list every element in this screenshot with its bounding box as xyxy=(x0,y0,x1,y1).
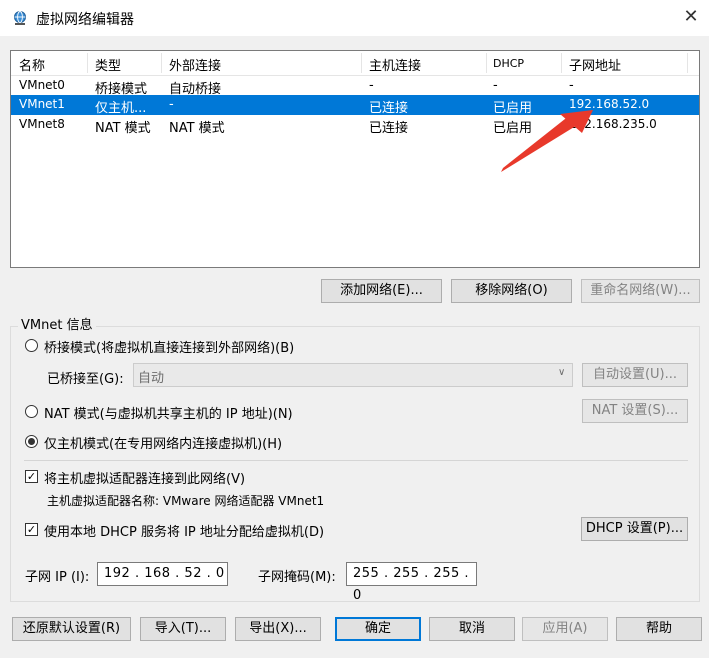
network-table[interactable]: 名称 类型 外部连接 主机连接 DHCP 子网地址 VMnet0 桥接模式 自动… xyxy=(10,50,700,268)
cell-subnet: - xyxy=(569,78,574,93)
cell-name: VMnet0 xyxy=(19,78,65,92)
table-header: 名称 类型 外部连接 主机连接 DHCP 子网地址 xyxy=(11,51,699,76)
restore-defaults-button[interactable]: 还原默认设置(R) xyxy=(12,617,131,641)
adapter-name-label: 主机虚拟适配器名称: VMware 网络适配器 VMnet1 xyxy=(47,494,325,508)
cell-type: NAT 模式 xyxy=(95,121,151,136)
remove-network-button[interactable]: 移除网络(O) xyxy=(451,279,572,303)
column-name[interactable]: 名称 xyxy=(19,55,45,74)
help-button[interactable]: 帮助 xyxy=(616,617,702,641)
connect-adapter-label[interactable]: 将主机虚拟适配器连接到此网络(V) xyxy=(44,468,245,487)
cancel-button[interactable]: 取消 xyxy=(429,617,515,641)
connect-adapter-checkbox[interactable]: ✓ xyxy=(25,470,38,483)
cell-external: NAT 模式 xyxy=(169,121,225,136)
rename-network-button[interactable]: 重命名网络(W)... xyxy=(581,279,700,303)
bridged-to-select[interactable]: 自动 ∨ xyxy=(133,363,573,387)
cell-external: - xyxy=(169,97,174,112)
cell-host: 已连接 xyxy=(369,101,409,116)
ok-button[interactable]: 确定 xyxy=(335,617,421,641)
column-subnet[interactable]: 子网地址 xyxy=(569,55,621,74)
cell-dhcp: - xyxy=(493,78,498,93)
cell-type: 仅主机... xyxy=(95,101,147,116)
cell-dhcp: 已启用 xyxy=(493,121,533,136)
subnet-mask-label: 子网掩码(M): xyxy=(258,570,336,585)
column-host[interactable]: 主机连接 xyxy=(369,55,421,74)
table-row-selected[interactable]: VMnet1 仅主机... - 已连接 已启用 192.168.52.0 xyxy=(11,95,699,116)
subnet-mask-input[interactable]: 255 . 255 . 255 . 0 xyxy=(346,562,477,603)
dhcp-checkbox[interactable]: ✓ xyxy=(25,523,38,536)
column-type[interactable]: 类型 xyxy=(95,55,121,74)
bridged-label[interactable]: 桥接模式(将虚拟机直接连接到外部网络)(B) xyxy=(44,337,294,356)
dhcp-label[interactable]: 使用本地 DHCP 服务将 IP 地址分配给虚拟机(D) xyxy=(44,521,324,540)
nat-label[interactable]: NAT 模式(与虚拟机共享主机的 IP 地址)(N) xyxy=(44,403,293,422)
hostonly-radio[interactable] xyxy=(25,435,38,448)
subnet-ip-label: 子网 IP (I): xyxy=(25,570,90,585)
bridged-to-value: 自动 xyxy=(138,371,165,386)
cell-name: VMnet8 xyxy=(19,117,65,131)
add-network-button[interactable]: 添加网络(E)... xyxy=(321,279,442,303)
table-row[interactable]: VMnet0 桥接模式 自动桥接 - - - xyxy=(11,76,699,97)
column-external[interactable]: 外部连接 xyxy=(169,55,221,74)
apply-button[interactable]: 应用(A) xyxy=(522,617,608,641)
cell-host: - xyxy=(369,78,374,93)
import-button[interactable]: 导入(T)... xyxy=(140,617,226,641)
cell-subnet: 192.168.52.0 xyxy=(569,97,650,111)
cell-host: 已连接 xyxy=(369,121,409,136)
subnet-ip-input[interactable]: 192 . 168 . 52 . 0 xyxy=(97,562,228,586)
network-globe-icon xyxy=(14,11,26,25)
divider xyxy=(24,460,688,461)
table-row[interactable]: VMnet8 NAT 模式 NAT 模式 已连接 已启用 192.168.235… xyxy=(11,115,699,136)
cell-dhcp: 已启用 xyxy=(493,101,533,116)
bridged-radio[interactable] xyxy=(25,339,38,352)
export-button[interactable]: 导出(X)... xyxy=(235,617,321,641)
hostonly-label[interactable]: 仅主机模式(在专用网络内连接虚拟机)(H) xyxy=(44,433,282,452)
nat-radio[interactable] xyxy=(25,405,38,418)
nat-settings-button[interactable]: NAT 设置(S)... xyxy=(582,399,688,423)
vmnet-info-label: VMnet 信息 xyxy=(18,314,96,333)
chevron-down-icon: ∨ xyxy=(558,367,566,378)
window-title: 虚拟网络编辑器 xyxy=(36,12,134,28)
auto-settings-button[interactable]: 自动设置(U)... xyxy=(582,363,688,387)
column-dhcp[interactable]: DHCP xyxy=(493,57,524,70)
bridged-to-label: 已桥接至(G): xyxy=(47,372,124,387)
cell-name: VMnet1 xyxy=(19,97,65,111)
cell-subnet: 192.168.235.0 xyxy=(569,117,657,131)
close-icon[interactable]: ✕ xyxy=(680,6,702,28)
dhcp-settings-button[interactable]: DHCP 设置(P)... xyxy=(581,517,688,541)
